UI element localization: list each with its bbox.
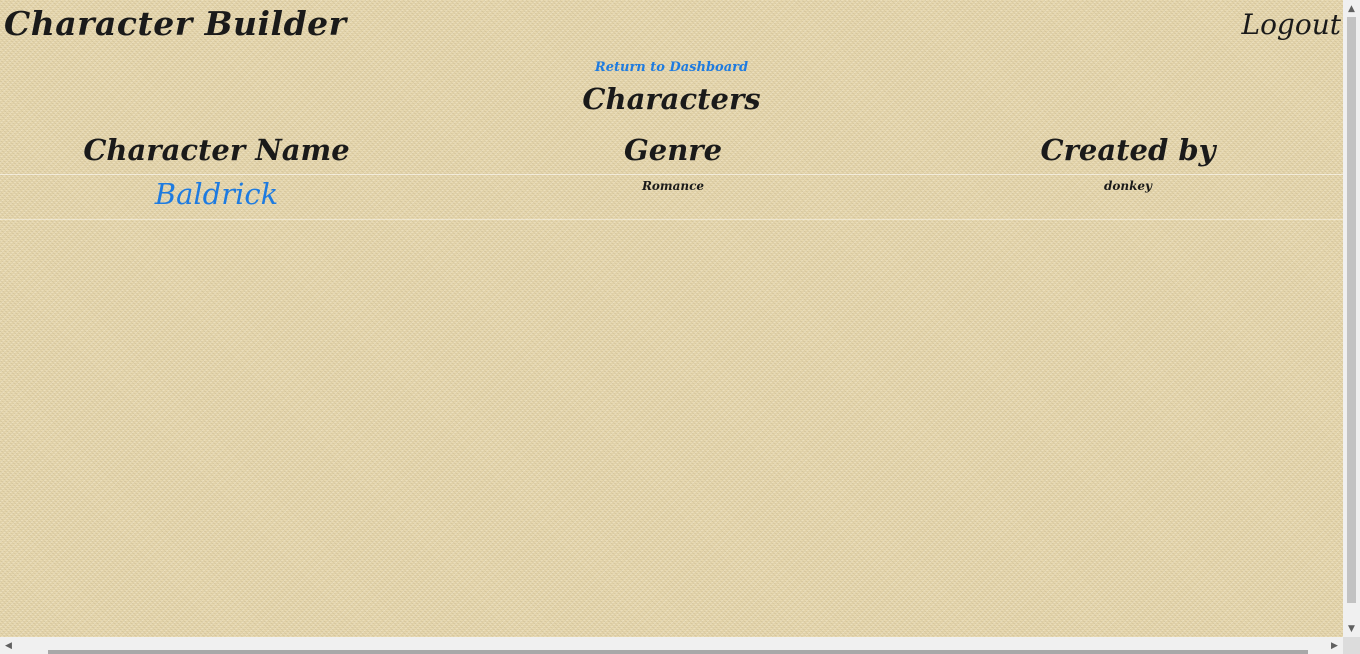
scroll-right-arrow-icon[interactable]: ▶ <box>1326 637 1343 654</box>
logout-link[interactable]: Logout <box>1241 8 1341 41</box>
scroll-left-arrow-icon[interactable]: ◀ <box>0 637 17 654</box>
genre-value: Romance <box>641 179 705 193</box>
column-header-character-name: Character Name <box>0 126 433 175</box>
scrollbar-corner <box>1343 637 1360 654</box>
column-header-genre: Genre <box>433 126 913 175</box>
vertical-scrollbar[interactable]: ▲ ▼ <box>1343 0 1360 637</box>
cell-character-name: Baldrick <box>0 174 433 220</box>
horizontal-scroll-thumb[interactable] <box>48 650 1308 654</box>
column-header-created-by: Created by <box>913 126 1343 175</box>
vertical-scroll-thumb[interactable] <box>1347 17 1356 603</box>
table-header-row: Character Name Genre Created by <box>0 126 1343 175</box>
character-name-link[interactable]: Baldrick <box>155 177 278 211</box>
return-to-dashboard-link[interactable]: Return to Dashboard <box>595 60 748 75</box>
cell-created-by: donkey <box>913 174 1343 220</box>
scroll-up-arrow-icon[interactable]: ▲ <box>1343 0 1360 17</box>
page-viewport: Character Builder Logout Return to Dashb… <box>0 0 1343 637</box>
scroll-down-arrow-icon[interactable]: ▼ <box>1343 620 1360 637</box>
cell-genre: Romance <box>433 174 913 220</box>
page-title: Characters <box>582 82 761 116</box>
characters-table: Character Name Genre Created by Baldrick… <box>0 126 1343 220</box>
horizontal-scrollbar[interactable]: ◀ ▶ <box>0 637 1343 654</box>
table-row: Baldrick Romance donkey <box>0 174 1343 220</box>
created-by-value: donkey <box>1103 179 1153 193</box>
site-title: Character Builder <box>4 4 347 43</box>
dashboard-link-container: Return to Dashboard <box>0 60 1343 75</box>
